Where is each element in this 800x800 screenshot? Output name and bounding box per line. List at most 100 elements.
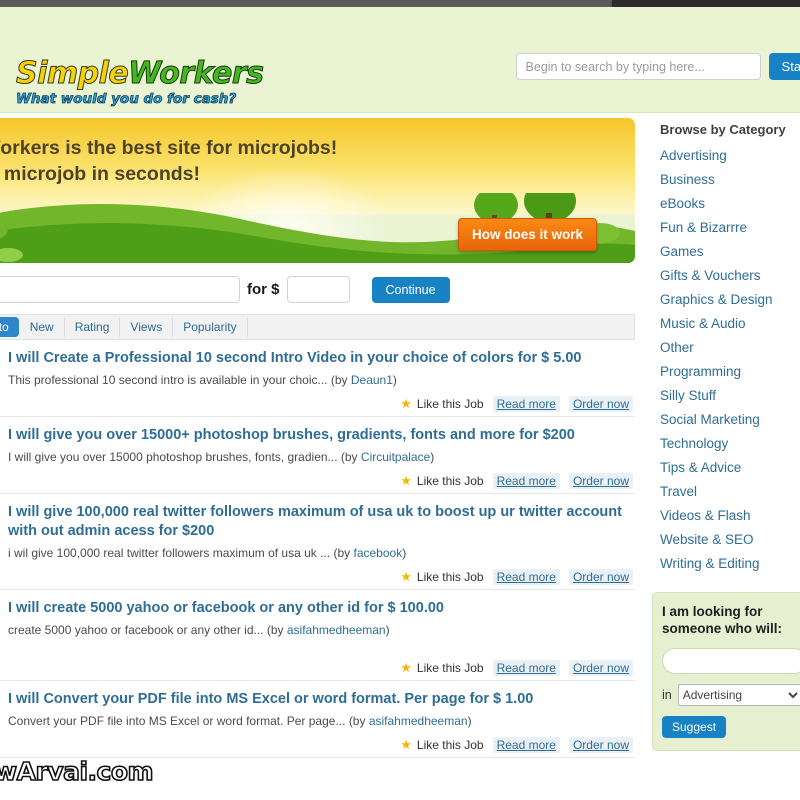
sort-bar: by: Auto New Rating Views Popularity: [0, 314, 635, 340]
sort-option-auto[interactable]: Auto: [0, 317, 19, 337]
star-icon[interactable]: ★: [400, 473, 412, 489]
job-description: This professional 10 second intro is ava…: [8, 373, 635, 388]
job-price-input[interactable]: [287, 276, 350, 303]
search-start-button[interactable]: Start: [769, 53, 800, 80]
sidebar-item-silly-stuff[interactable]: Silly Stuff: [652, 384, 800, 408]
job-desc-text: Convert your PDF file into MS Excel or w…: [8, 714, 345, 728]
job-description: create 5000 yahoo or facebook or any oth…: [8, 623, 635, 638]
how-does-it-work-button[interactable]: How does it work: [458, 218, 597, 251]
like-job-label[interactable]: Like this Job: [417, 570, 484, 584]
star-icon[interactable]: ★: [400, 737, 412, 753]
star-icon[interactable]: ★: [400, 660, 412, 676]
job-by-suffix: ): [468, 714, 472, 728]
job-desc-text: i wil give 100,000 real twitter follower…: [8, 546, 330, 560]
job-content: I will Convert your PDF file into MS Exc…: [6, 690, 635, 753]
sidebar-item-gifts-vouchers[interactable]: Gifts & Vouchers: [652, 264, 800, 288]
like-job-label[interactable]: Like this Job: [417, 661, 484, 675]
job-title-link[interactable]: I will Convert your PDF file into MS Exc…: [8, 690, 635, 709]
for-price-label: for $: [247, 281, 280, 298]
continue-button[interactable]: Continue: [372, 277, 450, 303]
job-content: I will create 5000 yahoo or facebook or …: [6, 599, 635, 676]
job-author-link[interactable]: Circuitpalace: [361, 450, 430, 464]
job-content: I will Create a Professional 10 second I…: [6, 349, 635, 412]
job-author-link[interactable]: asifahmedheeman: [287, 623, 386, 637]
like-job-label[interactable]: Like this Job: [417, 738, 484, 752]
category-select[interactable]: Advertising: [678, 684, 800, 706]
job-actions: ★ Like this Job Read more Order now: [8, 473, 635, 489]
sidebar-item-ebooks[interactable]: eBooks: [652, 192, 800, 216]
hero-banner: pleWorkers is the best site for microjob…: [0, 118, 635, 263]
sidebar-item-graphics-design[interactable]: Graphics & Design: [652, 288, 800, 312]
star-icon[interactable]: ★: [400, 569, 412, 585]
sidebar-item-business[interactable]: Business: [652, 168, 800, 192]
job-list-item: I will give 100,000 real twitter followe…: [0, 494, 635, 590]
main-column: pleWorkers is the best site for microjob…: [0, 118, 635, 758]
job-actions: ★ Like this Job Read more Order now: [8, 569, 635, 585]
order-now-link[interactable]: Order now: [569, 660, 633, 676]
sidebar-item-website-seo[interactable]: Website & SEO: [652, 528, 800, 552]
job-title-link[interactable]: I will give 100,000 real twitter followe…: [8, 503, 635, 541]
job-list-item: BRUSHES I will give you over 15000+ phot…: [0, 417, 635, 494]
sort-option-popularity[interactable]: Popularity: [173, 317, 247, 337]
order-now-link[interactable]: Order now: [569, 473, 633, 489]
read-more-link[interactable]: Read more: [493, 660, 560, 676]
sidebar-item-technology[interactable]: Technology: [652, 432, 800, 456]
suggest-button[interactable]: Suggest: [662, 716, 726, 738]
looking-for-category-row: in Advertising: [662, 684, 800, 706]
search-input[interactable]: [516, 53, 761, 80]
job-title-link[interactable]: I will create 5000 yahoo or facebook or …: [8, 599, 635, 618]
star-icon[interactable]: ★: [400, 396, 412, 412]
sidebar-item-fun-bizarre[interactable]: Fun & Bizarrre: [652, 216, 800, 240]
job-content: I will give 100,000 real twitter followe…: [6, 503, 635, 585]
site-header: SimpleWorkers What would you do for cash…: [0, 7, 800, 113]
job-by-suffix: ): [402, 546, 406, 560]
read-more-link[interactable]: Read more: [493, 569, 560, 585]
job-title-link[interactable]: I will give you over 15000+ photoshop br…: [8, 426, 635, 445]
banner-headline: pleWorkers is the best site for microjob…: [0, 135, 623, 187]
job-by-prefix: (by: [331, 373, 351, 387]
sidebar-item-other[interactable]: Other: [652, 336, 800, 360]
site-logo[interactable]: SimpleWorkers What would you do for cash…: [16, 59, 264, 107]
order-now-link[interactable]: Order now: [569, 396, 633, 412]
job-list-item: NO PICTURE AVAILABLE I will create 5000 …: [0, 590, 635, 681]
order-now-link[interactable]: Order now: [569, 569, 633, 585]
job-by-prefix: (by: [341, 450, 361, 464]
job-author-link[interactable]: asifahmedheeman: [369, 714, 468, 728]
sidebar-item-tips-advice[interactable]: Tips & Advice: [652, 456, 800, 480]
sidebar-item-programming[interactable]: Programming: [652, 360, 800, 384]
sidebar-item-music-audio[interactable]: Music & Audio: [652, 312, 800, 336]
read-more-link[interactable]: Read more: [493, 737, 560, 753]
like-job-label[interactable]: Like this Job: [417, 474, 484, 488]
order-now-link[interactable]: Order now: [569, 737, 633, 753]
sidebar-item-social-marketing[interactable]: Social Marketing: [652, 408, 800, 432]
job-title-link[interactable]: I will Create a Professional 10 second I…: [8, 349, 635, 368]
sort-option-views[interactable]: Views: [120, 317, 173, 337]
browse-by-category-heading: Browse by Category: [652, 118, 800, 144]
sidebar-item-games[interactable]: Games: [652, 240, 800, 264]
sidebar-item-writing-editing[interactable]: Writing & Editing: [652, 552, 800, 576]
like-job-label[interactable]: Like this Job: [417, 397, 484, 411]
sidebar-item-travel[interactable]: Travel: [652, 480, 800, 504]
sidebar-item-advertising[interactable]: Advertising: [652, 144, 800, 168]
job-description: I will give you over 15000 photoshop bru…: [8, 450, 635, 465]
job-title-input[interactable]: [0, 276, 240, 303]
sort-option-rating[interactable]: Rating: [65, 317, 121, 337]
looking-for-widget: I am looking for someone who will: in Ad…: [652, 592, 800, 751]
job-by-suffix: ): [430, 450, 434, 464]
in-label: in: [662, 688, 672, 702]
job-by-prefix: (by: [349, 714, 369, 728]
logo-tagline: What would you do for cash?: [16, 92, 264, 107]
sidebar-item-videos-flash[interactable]: Videos & Flash: [652, 504, 800, 528]
read-more-link[interactable]: Read more: [493, 473, 560, 489]
sort-option-new[interactable]: New: [20, 317, 65, 337]
read-more-link[interactable]: Read more: [493, 396, 560, 412]
job-list-item: WORKERS I will Create a Professional 10 …: [0, 340, 635, 417]
post-job-form: for $ Continue: [0, 263, 635, 314]
banner-line-2: ate a microjob in seconds!: [0, 161, 623, 187]
job-author-link[interactable]: Deaun1: [351, 373, 393, 387]
looking-for-input[interactable]: [662, 648, 800, 674]
job-author-link[interactable]: facebook: [353, 546, 402, 560]
job-description: Convert your PDF file into MS Excel or w…: [8, 714, 635, 729]
job-by-prefix: (by: [333, 546, 353, 560]
job-description: i wil give 100,000 real twitter follower…: [8, 546, 635, 561]
